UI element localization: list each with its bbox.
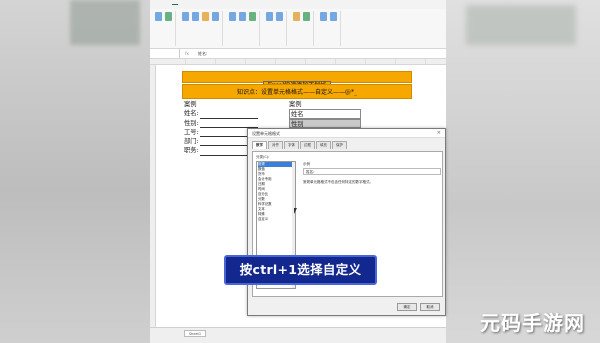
formula-input[interactable]: 姓名:	[194, 51, 207, 57]
bold-icon[interactable]	[192, 12, 199, 21]
form-cell-selected[interactable]: 性别	[289, 118, 361, 128]
ribbon-group-font	[179, 11, 223, 46]
tab-fill[interactable]: 填充	[316, 141, 331, 149]
wrap-icon[interactable]	[239, 12, 246, 21]
form-header[interactable]: 案例	[184, 100, 258, 109]
mouse-cursor-icon	[294, 208, 297, 214]
ok-button[interactable]: 确定	[397, 303, 417, 311]
blurred-right-background	[446, 0, 600, 343]
paste-icon[interactable]	[155, 12, 162, 21]
category-item[interactable]: 自定义	[258, 217, 295, 222]
sample-preview: 姓名:	[303, 168, 441, 175]
form-row[interactable]: 姓名:	[184, 109, 258, 119]
ribbon-tab-active[interactable]	[172, 4, 178, 5]
ribbon-group-number	[263, 11, 287, 46]
site-watermark: 元码手游网	[480, 311, 585, 335]
dialog-buttons: 确定 取消	[397, 303, 440, 311]
subtitle-banner[interactable]: 知识点：设置单元格格式——自定义——@*_	[182, 84, 412, 99]
tab-font[interactable]: 字体	[284, 141, 299, 149]
sample-label: 示例	[303, 162, 310, 166]
insert-icon[interactable]	[320, 12, 327, 21]
font-icon[interactable]	[182, 12, 189, 21]
dialog-title: 设置单元格格式 ×	[248, 129, 445, 138]
ribbon-group-styles	[290, 11, 314, 46]
number-format-icon[interactable]	[266, 12, 273, 21]
ribbon-toolbar	[150, 9, 446, 49]
row-headers	[150, 65, 156, 343]
conditional-format-icon[interactable]	[293, 12, 300, 21]
ribbon-group-clipboard	[152, 11, 176, 46]
align-icon[interactable]	[229, 12, 236, 21]
fx-icon[interactable]: fx	[180, 51, 194, 56]
format-cells-dialog: 设置单元格格式 × 数字 对齐 字体 边框 填充 保护 分类(C): 常规 数值…	[247, 128, 446, 316]
form-header[interactable]: 案例	[289, 100, 361, 109]
category-label: 分类(C):	[256, 155, 270, 159]
ribbon-tabs	[150, 0, 446, 9]
tab-border[interactable]: 边框	[300, 141, 315, 149]
format-description: 常规单元格格式不包含任何特定的数字格式。	[303, 180, 373, 184]
tab-alignment[interactable]: 对齐	[268, 141, 283, 149]
title-banner: Excel快速添加下划线	[182, 71, 412, 91]
sheet-tab-bar: Sheet1	[150, 327, 446, 343]
tab-number[interactable]: 数字	[252, 141, 267, 149]
form-row[interactable]: 性别:	[184, 119, 258, 128]
name-box[interactable]	[150, 49, 180, 58]
cancel-button[interactable]: 取消	[420, 303, 440, 311]
ribbon-group-alignment	[226, 11, 260, 46]
dialog-tabs: 数字 对齐 字体 边框 填充 保护	[248, 141, 445, 149]
copy-icon[interactable]	[165, 12, 172, 21]
fill-color-icon[interactable]	[202, 12, 209, 21]
table-format-icon[interactable]	[303, 12, 310, 21]
sheet-tab[interactable]: Sheet1	[184, 330, 206, 337]
form-cell[interactable]: 姓名	[289, 109, 361, 119]
column-headers	[150, 59, 446, 65]
close-icon[interactable]: ×	[437, 129, 441, 138]
delete-icon[interactable]	[330, 12, 337, 21]
percent-icon[interactable]	[276, 12, 283, 21]
blurred-left-background	[0, 0, 150, 343]
instruction-caption: 按ctrl+1选择自定义	[224, 255, 377, 285]
ribbon-group-cells	[317, 11, 341, 46]
tab-protection[interactable]: 保护	[332, 141, 347, 149]
merge-icon[interactable]	[249, 12, 256, 21]
font-color-icon[interactable]	[212, 12, 219, 21]
formula-bar: fx 姓名:	[150, 49, 446, 59]
